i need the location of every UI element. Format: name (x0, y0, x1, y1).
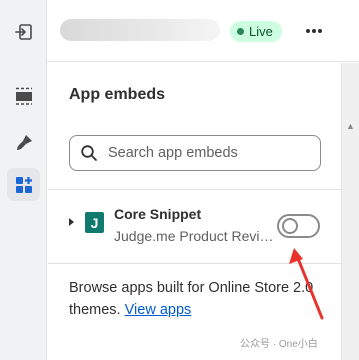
divider-bottom (48, 263, 341, 264)
sections-icon (15, 87, 32, 105)
more-actions-button[interactable] (299, 16, 329, 46)
panel-scrollbar[interactable]: ▲ (341, 63, 359, 360)
app-embed-row: J Core Snippet Judge.me Product Revie... (48, 190, 341, 262)
toggle-knob (282, 218, 298, 234)
app-embeds-button[interactable] (7, 168, 40, 201)
apps-icon (15, 176, 32, 193)
app-embeds-panel: App embeds J Core Snippet Judge.me Produ… (48, 63, 341, 360)
editor-sidebar (0, 0, 47, 360)
store-name-redacted (60, 19, 220, 41)
theme-settings-button[interactable] (7, 126, 40, 159)
search-icon (70, 144, 108, 162)
watermark-text: 公众号 · One小白 (240, 339, 318, 350)
live-dot-icon (237, 28, 244, 35)
paintbrush-icon (16, 134, 32, 150)
browse-apps-text: Browse apps built for Online Store 2.0 t… (69, 277, 331, 321)
panel-title: App embeds (69, 86, 166, 103)
judgeme-logo-icon: J (85, 212, 104, 233)
live-badge-label: Live (249, 24, 273, 39)
top-bar: Live (47, 0, 359, 62)
sections-button[interactable] (7, 79, 40, 112)
exit-icon (14, 23, 32, 40)
scroll-up-arrow-icon[interactable]: ▲ (346, 121, 355, 131)
embed-app-name: Judge.me Product Revie... (114, 228, 274, 244)
embed-name: Core Snippet (114, 206, 202, 222)
watermark: 公众号 · One小白 (240, 335, 318, 350)
expand-caret-icon[interactable] (69, 218, 74, 226)
live-status-badge: Live (230, 21, 282, 42)
search-field[interactable] (69, 135, 321, 171)
search-input[interactable] (108, 145, 308, 161)
app-logo-letter: J (90, 214, 99, 231)
embed-toggle[interactable] (277, 214, 320, 238)
ellipsis-horizontal-icon (306, 29, 322, 33)
exit-button[interactable] (7, 15, 40, 48)
view-apps-link[interactable]: View apps (125, 302, 192, 318)
